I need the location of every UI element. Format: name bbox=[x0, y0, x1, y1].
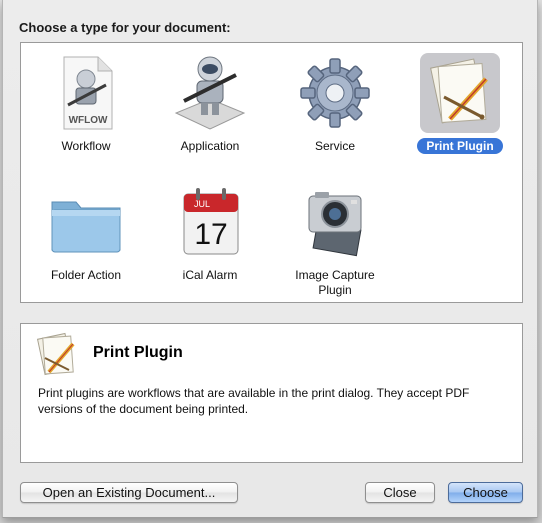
type-folder-action[interactable]: Folder Action bbox=[31, 178, 141, 296]
document-type-grid: WFLOW Workflow Application Service Print… bbox=[20, 42, 523, 303]
print-plugin-icon bbox=[33, 330, 81, 378]
gear-icon bbox=[295, 53, 375, 133]
camera-icon bbox=[295, 182, 375, 262]
workflow-file-label: WFLOW bbox=[69, 115, 108, 126]
type-workflow[interactable]: WFLOW Workflow bbox=[31, 49, 141, 167]
open-existing-document-button[interactable]: Open an Existing Document... bbox=[20, 482, 238, 503]
workflow-document-icon: WFLOW bbox=[46, 53, 126, 133]
choose-button[interactable]: Choose bbox=[448, 482, 523, 503]
type-label: Service bbox=[314, 139, 355, 153]
folder-icon bbox=[46, 182, 126, 262]
automator-robot-icon bbox=[170, 53, 250, 133]
description-title: Print Plugin bbox=[93, 344, 183, 361]
description-text: Print plugins are workflows that are ava… bbox=[38, 386, 470, 416]
type-application[interactable]: Application bbox=[155, 49, 265, 167]
close-button[interactable]: Close bbox=[365, 482, 435, 503]
new-document-sheet: Choose a type for your document: WFLOW W… bbox=[2, 0, 538, 518]
type-label: Image Capture Plugin bbox=[295, 268, 375, 297]
type-label: Folder Action bbox=[50, 268, 122, 282]
type-print-plugin[interactable]: Print Plugin bbox=[405, 49, 515, 167]
type-image-capture-plugin[interactable]: Image Capture Plugin bbox=[280, 178, 390, 297]
description-panel: Print Plugin Print plugins are workflows… bbox=[20, 323, 523, 463]
type-label: iCal Alarm bbox=[182, 268, 238, 282]
dialog-heading: Choose a type for your document: bbox=[19, 20, 231, 35]
calendar-day: 17 bbox=[194, 218, 227, 251]
type-service[interactable]: Service bbox=[280, 49, 390, 167]
type-ical-alarm[interactable]: JUL 17 iCal Alarm bbox=[155, 178, 265, 296]
print-plugin-icon bbox=[420, 53, 500, 133]
type-label: Application bbox=[180, 139, 240, 153]
calendar-icon: JUL 17 bbox=[170, 182, 250, 262]
type-label: Print Plugin bbox=[405, 138, 515, 154]
calendar-month: JUL bbox=[194, 199, 210, 209]
type-label: Workflow bbox=[61, 139, 111, 153]
